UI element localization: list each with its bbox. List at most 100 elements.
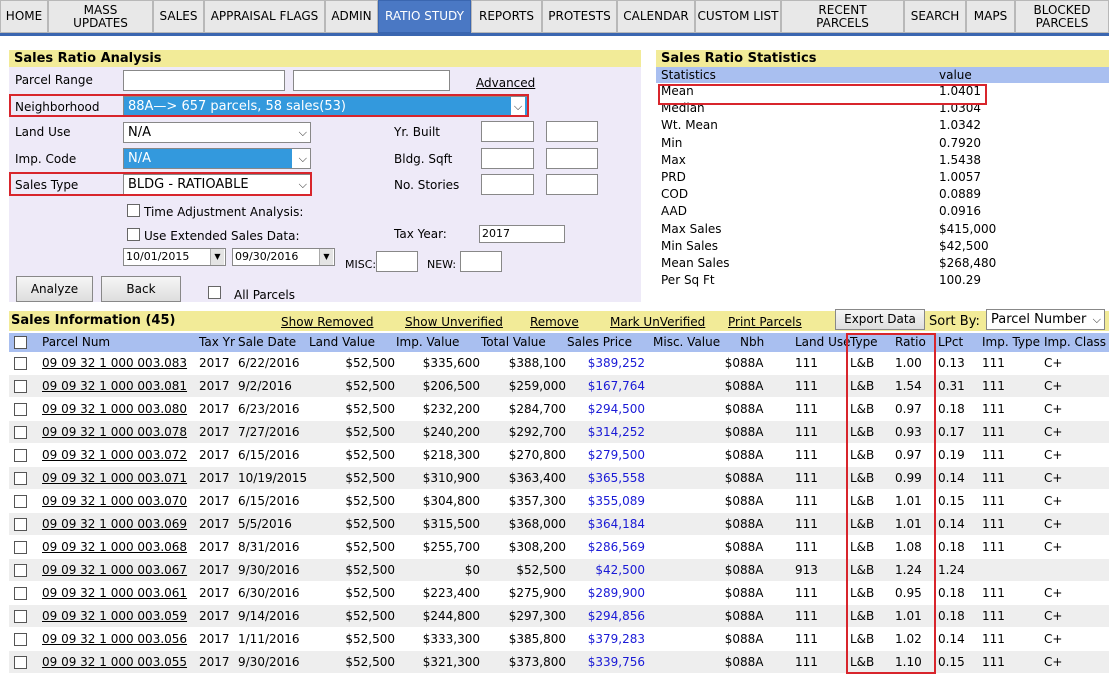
parcel-link[interactable]: 09 09 32 1 000 003.055 — [42, 651, 190, 674]
advanced-link[interactable]: Advanced — [476, 76, 535, 90]
select-all-checkbox[interactable] — [14, 336, 27, 349]
col-header[interactable]: Parcel Num — [42, 333, 110, 352]
parcel-link[interactable]: 09 09 32 1 000 003.068 — [42, 536, 190, 559]
parcel-link[interactable]: 09 09 32 1 000 003.078 — [42, 421, 190, 444]
land-use-select[interactable]: N/A ⌵ — [123, 122, 311, 143]
col-header[interactable]: Nbh — [740, 333, 764, 352]
col-header[interactable]: Imp. Class — [1044, 333, 1106, 352]
nav-appraisal-flags[interactable]: APPRAISAL FLAGS — [204, 0, 325, 33]
table-cell: 2017 — [199, 448, 230, 462]
no-stories-to-input[interactable] — [546, 174, 598, 195]
parcel-link[interactable]: 09 09 32 1 000 003.080 — [42, 398, 190, 421]
yr-built-to-input[interactable] — [546, 121, 598, 142]
date-from-picker[interactable]: 10/01/2015 ▼ — [123, 248, 226, 266]
nav-protests[interactable]: PROTESTS — [542, 0, 617, 33]
misc-input[interactable] — [376, 251, 418, 272]
table-row: 09 09 32 1 000 003.080 2017 6/23/2016 $52,5… — [9, 398, 1109, 421]
table-cell: $52,500 — [345, 563, 395, 577]
analysis-title: Sales Ratio Analysis — [9, 50, 641, 67]
col-header[interactable]: Misc. Value — [653, 333, 720, 352]
row-checkbox[interactable] — [14, 403, 27, 416]
table-cell: 88A — [740, 517, 764, 531]
table-cell: $333,300 — [422, 632, 480, 646]
table-cell: 0.14 — [938, 517, 965, 531]
nav-reports[interactable]: REPORTS — [471, 0, 542, 33]
nav-custom-list[interactable]: CUSTOM LIST — [695, 0, 781, 33]
extended-sales-label: Use Extended Sales Data: — [144, 229, 300, 243]
row-checkbox[interactable] — [14, 564, 27, 577]
tax-year-input[interactable]: 2017 — [479, 225, 565, 243]
analyze-button[interactable]: Analyze — [16, 276, 93, 302]
sort-by-select[interactable]: Parcel Number ⌵ — [986, 309, 1105, 330]
table-cell: 111 — [982, 609, 1005, 623]
row-checkbox[interactable] — [14, 610, 27, 623]
parcel-link[interactable]: 09 09 32 1 000 003.070 — [42, 490, 190, 513]
imp-code-select[interactable]: N/A ⌵ — [123, 148, 311, 169]
parcel-range-to-input[interactable] — [293, 70, 450, 91]
table-cell: 0.14 — [938, 471, 965, 485]
parcel-link[interactable]: 09 09 32 1 000 003.061 — [42, 582, 190, 605]
col-header[interactable]: Tax Yr — [199, 333, 235, 352]
table-cell: 111 — [982, 448, 1005, 462]
row-checkbox[interactable] — [14, 472, 27, 485]
no-stories-from-input[interactable] — [481, 174, 534, 195]
parcel-link[interactable]: 09 09 32 1 000 003.056 — [42, 628, 190, 651]
col-header[interactable]: Imp. Value — [396, 333, 459, 352]
row-checkbox[interactable] — [14, 449, 27, 462]
parcel-link[interactable]: 09 09 32 1 000 003.059 — [42, 605, 190, 628]
parcel-link[interactable]: 09 09 32 1 000 003.069 — [42, 513, 190, 536]
all-parcels-checkbox[interactable] — [208, 286, 221, 299]
time-adjustment-checkbox[interactable] — [127, 204, 140, 217]
col-header[interactable]: Land Use — [795, 333, 851, 352]
row-checkbox[interactable] — [14, 380, 27, 393]
remove-link[interactable]: Remove — [530, 315, 579, 329]
row-checkbox[interactable] — [14, 633, 27, 646]
back-button[interactable]: Back — [101, 276, 181, 302]
nav-sales[interactable]: SALES — [153, 0, 204, 33]
nav-mass-updates[interactable]: MASS UPDATES — [48, 0, 153, 33]
nav-recent-parcels[interactable]: RECENT PARCELS — [781, 0, 904, 33]
row-checkbox[interactable] — [14, 656, 27, 669]
table-cell: 111 — [795, 494, 818, 508]
date-to-picker[interactable]: 09/30/2016 ▼ — [232, 248, 335, 266]
stat-name: AAD — [661, 204, 687, 219]
parcel-link[interactable]: 09 09 32 1 000 003.072 — [42, 444, 190, 467]
table-cell: $321,300 — [422, 655, 480, 669]
row-checkbox[interactable] — [14, 495, 27, 508]
bldg-sqft-from-input[interactable] — [481, 148, 534, 169]
nav-home[interactable]: HOME — [0, 0, 48, 33]
row-checkbox[interactable] — [14, 357, 27, 370]
table-cell: 10/19/2015 — [238, 471, 308, 485]
nav-calendar[interactable]: CALENDAR — [617, 0, 695, 33]
print-parcels-link[interactable]: Print Parcels — [728, 315, 802, 329]
parcel-link[interactable]: 09 09 32 1 000 003.067 — [42, 559, 190, 582]
col-header[interactable]: Imp. Type — [982, 333, 1040, 352]
col-header[interactable]: Total Value — [481, 333, 546, 352]
parcel-link[interactable]: 09 09 32 1 000 003.081 — [42, 375, 190, 398]
parcel-range-from-input[interactable] — [123, 70, 285, 91]
extended-sales-checkbox[interactable] — [127, 228, 140, 241]
nav-maps[interactable]: MAPS — [966, 0, 1015, 33]
row-checkbox[interactable] — [14, 426, 27, 439]
col-header[interactable]: Land Value — [309, 333, 375, 352]
parcel-link[interactable]: 09 09 32 1 000 003.083 — [42, 352, 190, 375]
export-data-button[interactable]: Export Data — [835, 309, 925, 330]
col-header[interactable]: Sale Date — [238, 333, 296, 352]
nav-blocked-parcels[interactable]: BLOCKED PARCELS — [1015, 0, 1109, 33]
bldg-sqft-to-input[interactable] — [546, 148, 598, 169]
table-cell: 6/22/2016 — [238, 356, 300, 370]
row-checkbox[interactable] — [14, 587, 27, 600]
nav-search[interactable]: SEARCH — [904, 0, 966, 33]
col-header[interactable]: Sales Price — [567, 333, 632, 352]
new-input[interactable] — [460, 251, 502, 272]
row-checkbox[interactable] — [14, 518, 27, 531]
yr-built-from-input[interactable] — [481, 121, 534, 142]
col-header[interactable]: LPct — [938, 333, 963, 352]
mark-unverified-link[interactable]: Mark UnVerified — [610, 315, 705, 329]
parcel-link[interactable]: 09 09 32 1 000 003.071 — [42, 467, 190, 490]
nav-ratio-study[interactable]: RATIO STUDY — [378, 0, 471, 33]
row-checkbox[interactable] — [14, 541, 27, 554]
nav-admin[interactable]: ADMIN — [325, 0, 378, 33]
show-removed-link[interactable]: Show Removed — [281, 315, 374, 329]
show-unverified-link[interactable]: Show Unverified — [405, 315, 503, 329]
